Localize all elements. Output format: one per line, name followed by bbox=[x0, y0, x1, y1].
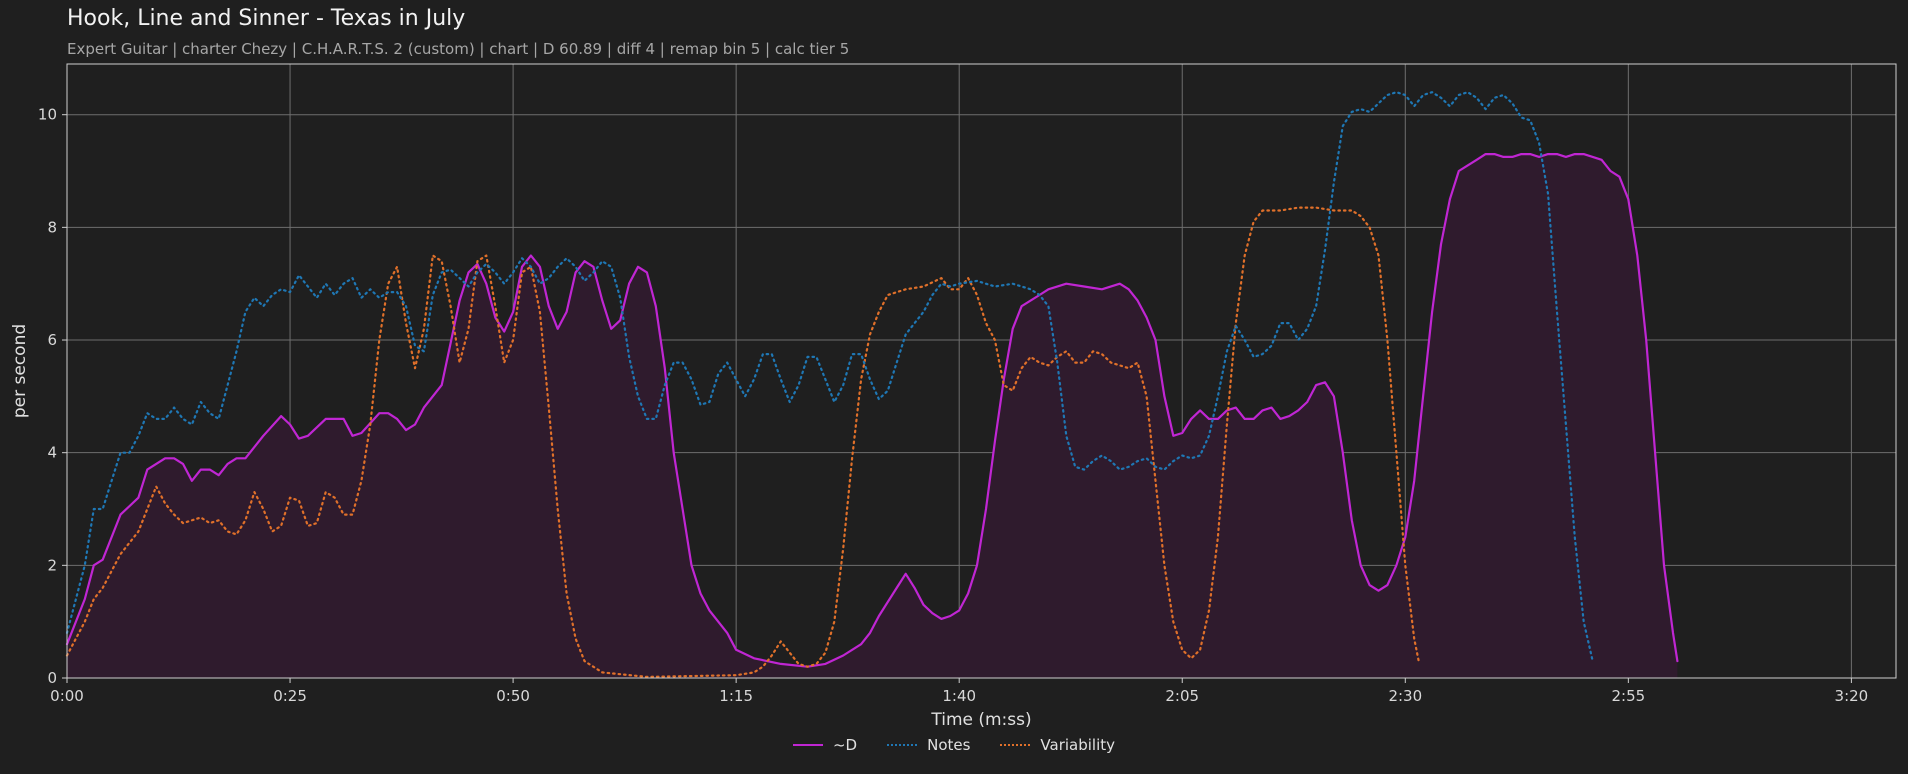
x-tick-label: 3:20 bbox=[1835, 687, 1869, 705]
d-area-fill bbox=[67, 154, 1678, 679]
x-tick-label: 2:30 bbox=[1388, 687, 1422, 705]
x-tick-label: 0:00 bbox=[50, 687, 84, 705]
y-tick-label: 2 bbox=[47, 556, 57, 574]
legend: ~D Notes Variability bbox=[0, 736, 1908, 754]
legend-label: Variability bbox=[1040, 736, 1116, 754]
x-tick-label: 2:05 bbox=[1165, 687, 1199, 705]
area-layer bbox=[67, 154, 1678, 679]
legend-swatch bbox=[1000, 744, 1031, 746]
legend-swatch bbox=[887, 744, 918, 746]
y-tick-label: 10 bbox=[38, 106, 57, 124]
x-tick-label: 1:40 bbox=[942, 687, 976, 705]
x-tick-label: 2:55 bbox=[1611, 687, 1645, 705]
legend-label: Notes bbox=[927, 736, 971, 754]
legend-item: Variability bbox=[1000, 736, 1115, 754]
x-tick-label: 1:15 bbox=[719, 687, 753, 705]
y-tick-label: 4 bbox=[47, 444, 57, 462]
x-tick-label: 0:50 bbox=[496, 687, 530, 705]
x-tick-label: 0:25 bbox=[273, 687, 307, 705]
y-axis-label: per second bbox=[10, 324, 30, 418]
legend-swatch bbox=[792, 744, 823, 746]
y-tick-label: 6 bbox=[47, 331, 57, 349]
legend-item: ~D bbox=[792, 736, 858, 754]
legend-label: ~D bbox=[832, 736, 858, 754]
y-tick-label: 8 bbox=[47, 218, 57, 236]
x-axis-label: Time (m:ss) bbox=[930, 710, 1031, 730]
chart-plot: 0:00 0:25 0:50 1:15 1:40 2:05 2:30 2:55 3:20 0 2 4 6… bbox=[10, 63, 1897, 730]
legend-item: Notes bbox=[887, 736, 970, 754]
y-tick-label: 0 bbox=[47, 669, 57, 687]
